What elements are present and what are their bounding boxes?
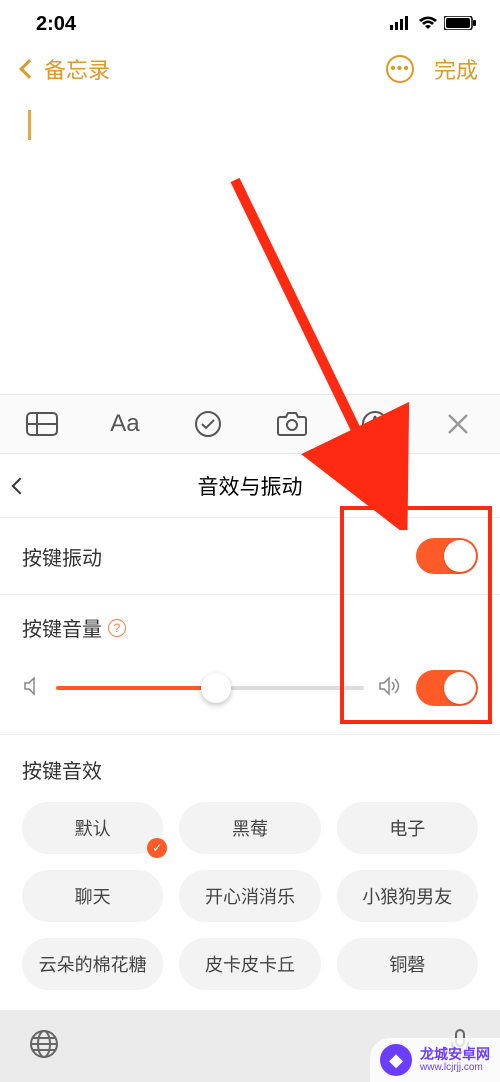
close-keyboard-button[interactable] [428, 394, 488, 454]
slider-fill [56, 686, 216, 690]
sound-effect-chip[interactable]: 黑莓 [179, 802, 320, 854]
sound-effect-chip[interactable]: 电子 [337, 802, 478, 854]
text-cursor [28, 110, 31, 140]
effects-title: 按键音效 [22, 755, 478, 784]
volume-section: 按键音量 ? [0, 595, 500, 735]
editor-area[interactable] [0, 94, 500, 394]
status-indicators [390, 13, 476, 36]
status-bar: 2:04 [0, 0, 500, 44]
sound-effect-chip[interactable]: 皮卡皮卡丘 [179, 938, 320, 990]
sound-effects-section: 按键音效 默认黑莓电子聊天开心消消乐小狼狗男友云朵的棉花糖皮卡皮卡丘铜磬 [0, 735, 500, 990]
markup-button[interactable] [345, 394, 405, 454]
signal-icon [390, 13, 412, 36]
sound-effect-chip[interactable]: 铜磬 [337, 938, 478, 990]
vibration-row: 按键振动 [0, 518, 500, 595]
camera-button[interactable] [262, 394, 322, 454]
sound-effect-chip[interactable]: 小狼狗男友 [337, 870, 478, 922]
battery-icon [444, 13, 476, 36]
wifi-icon [418, 13, 438, 36]
nav-bar: 备忘录 ••• 完成 [0, 44, 500, 94]
panel-back-button[interactable] [12, 477, 29, 494]
checklist-button[interactable] [178, 394, 238, 454]
volume-toggle[interactable] [416, 670, 478, 706]
back-button[interactable]: 备忘录 [22, 53, 110, 85]
panel-header: 音效与振动 [0, 454, 500, 518]
watermark-title: 龙城安卓网 [420, 1047, 490, 1062]
vibration-label: 按键振动 [22, 542, 102, 571]
help-icon[interactable]: ? [108, 619, 126, 637]
sound-effect-chip[interactable]: 默认 [22, 802, 163, 854]
sound-effect-chip[interactable]: 开心消消乐 [179, 870, 320, 922]
watermark: ◆ 龙城安卓网 www.lcjrjj.com [370, 1038, 500, 1082]
watermark-icon: ◆ [380, 1044, 412, 1076]
volume-label: 按键音量 [22, 613, 102, 642]
status-time: 2:04 [36, 13, 76, 36]
volume-slider[interactable] [56, 686, 364, 690]
watermark-url: www.lcjrjj.com [420, 1062, 490, 1073]
globe-button[interactable] [28, 1028, 60, 1065]
done-button[interactable]: 完成 [434, 53, 478, 85]
speaker-high-icon [378, 676, 402, 701]
vibration-toggle[interactable] [416, 538, 478, 574]
text-style-button[interactable]: Aa [95, 394, 155, 454]
slider-thumb[interactable] [201, 673, 231, 703]
more-button[interactable]: ••• [386, 55, 414, 83]
speaker-low-icon [22, 676, 42, 701]
sound-effect-chip[interactable]: 云朵的棉花糖 [22, 938, 163, 990]
table-button[interactable] [12, 394, 72, 454]
back-label: 备忘录 [44, 53, 110, 85]
panel-title: 音效与振动 [198, 471, 303, 501]
ellipsis-icon: ••• [390, 61, 410, 77]
format-toolbar: Aa [0, 394, 500, 454]
chevron-left-icon [19, 59, 39, 79]
sound-effect-chip[interactable]: 聊天 [22, 870, 163, 922]
